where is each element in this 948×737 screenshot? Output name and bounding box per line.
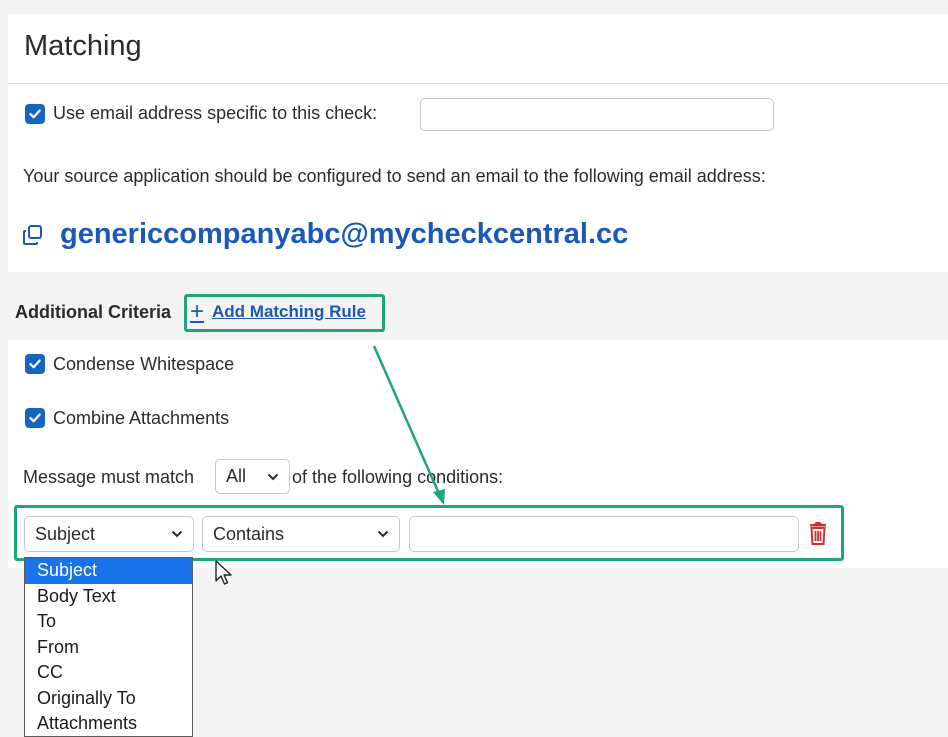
criteria-header: Additional Criteria	[15, 302, 172, 322]
combine-attachments-checkbox[interactable]	[25, 408, 45, 428]
email-address[interactable]: genericcompanyabc@mycheckcentral.cc	[60, 218, 628, 251]
email-specific-label: Use email address specific to this check…	[53, 103, 378, 123]
match-suffix: of the following conditions:	[292, 467, 504, 487]
match-mode-value: All	[226, 466, 247, 486]
info-text: Your source application should be config…	[23, 166, 766, 186]
dropdown-option[interactable]: Subject	[25, 558, 192, 584]
section-title: Matching	[24, 30, 142, 62]
checkmark-icon	[29, 413, 41, 423]
condense-whitespace-checkbox[interactable]	[25, 354, 45, 374]
match-mode-select[interactable]: All	[215, 459, 290, 494]
dropdown-option[interactable]: Attachments	[25, 711, 192, 737]
title-divider	[8, 83, 948, 84]
rule-row-highlight	[14, 505, 844, 561]
condense-whitespace-label: Condense Whitespace	[53, 354, 235, 374]
chevron-down-icon	[267, 473, 279, 480]
dropdown-option[interactable]: To	[25, 609, 192, 635]
dropdown-option[interactable]: From	[25, 635, 192, 661]
combine-attachments-label: Combine Attachments	[53, 408, 230, 428]
match-prefix: Message must match	[23, 467, 195, 487]
copy-icon[interactable]	[22, 224, 44, 246]
email-address-row: genericcompanyabc@mycheckcentral.cc	[22, 218, 628, 251]
dropdown-option[interactable]: CC	[25, 660, 192, 686]
checkmark-icon	[29, 359, 41, 369]
mouse-cursor-icon	[215, 560, 232, 585]
field-dropdown-list[interactable]: Subject Body Text To From CC Originally …	[24, 557, 193, 737]
dropdown-option[interactable]: Originally To	[25, 686, 192, 712]
email-specific-checkbox[interactable]	[25, 104, 45, 124]
add-rule-highlight	[184, 294, 385, 332]
dropdown-option[interactable]: Body Text	[25, 584, 192, 610]
checkmark-icon	[29, 109, 41, 119]
email-specific-input[interactable]	[420, 98, 774, 131]
